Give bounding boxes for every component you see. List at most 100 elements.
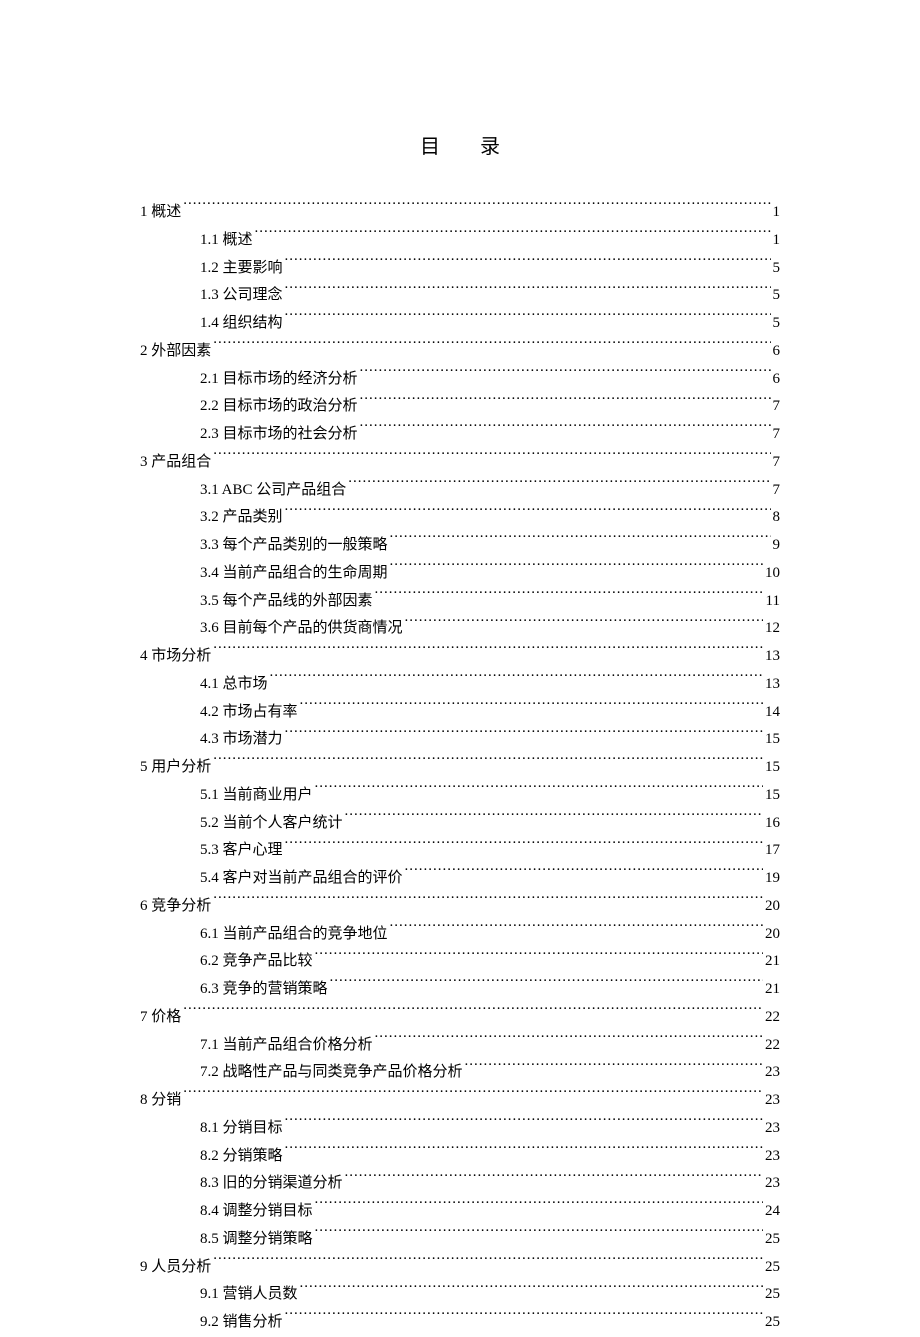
toc-page-number: 6 [773,338,781,366]
toc-page-number: 1 [773,199,781,227]
toc-entry: 2.2 目标市场的政治分析 7 [140,393,780,421]
toc-entry-label: 7.1 当前产品组合价格分析 [200,1032,373,1060]
toc-entry-label: 5.3 客户心理 [200,837,283,865]
toc-entry: 6 竞争分析 20 [140,893,780,921]
toc-entry-label: 9.1 营销人员数 [200,1281,298,1309]
toc-entry-label: 1.1 概述 [200,227,253,255]
toc-entry-label: 3.3 每个产品类别的一般策略 [200,532,388,560]
toc-entry-label: 6.2 竞争产品比较 [200,948,313,976]
toc-page-number: 8 [773,504,781,532]
toc-page-number: 22 [765,1004,780,1032]
toc-leader-dots [405,617,763,632]
toc-leader-dots [360,423,771,438]
toc-page-number: 23 [765,1115,780,1143]
toc-entry: 3.3 每个产品类别的一般策略9 [140,532,780,560]
toc-entry-label: 8.1 分销目标 [200,1115,283,1143]
toc-entry: 8.1 分销目标 23 [140,1115,780,1143]
toc-page-number: 22 [765,1032,780,1060]
toc-entry-label: 2.3 目标市场的社会分析 [200,421,358,449]
toc-entry: 1.3 公司理念5 [140,282,780,310]
toc-entry-label: 2 外部因素 [140,338,211,366]
toc-entry-label: 3.6 目前每个产品的供货商情况 [200,615,403,643]
toc-leader-dots [465,1061,763,1076]
toc-leader-dots [183,1089,763,1104]
toc-page-number: 15 [765,782,780,810]
toc-entry-label: 8.3 旧的分销渠道分析 [200,1170,343,1198]
toc-leader-dots [315,784,763,799]
toc-leader-dots [270,673,763,688]
toc-entry-label: 2.1 目标市场的经济分析 [200,366,358,394]
toc-page-number: 7 [773,393,781,421]
toc-entry: 6.2 竞争产品比较21 [140,948,780,976]
toc-leader-dots [360,368,771,383]
toc-entry-label: 6.3 竞争的营销策略 [200,976,328,1004]
toc-page-number: 5 [773,255,781,283]
toc-page-number: 16 [765,810,780,838]
toc-page-number: 24 [765,1198,780,1226]
toc-leader-dots [390,923,763,938]
toc-entry: 4.1 总市场13 [140,671,780,699]
toc-entry-label: 3.4 当前产品组合的生命周期 [200,560,388,588]
toc-entry: 3.4 当前产品组合的生命周期10 [140,560,780,588]
toc-entry-label: 4.2 市场占有率 [200,699,298,727]
toc-page-number: 6 [773,366,781,394]
page-title: 目录 [140,130,780,159]
toc-entry: 5.3 客户心理17 [140,837,780,865]
toc-entry-label: 1 概述 [140,199,181,227]
toc-entry-label: 5 用户分析 [140,754,211,782]
toc-leader-dots [285,728,763,743]
toc-entry: 9.1 营销人员数 25 [140,1281,780,1309]
toc-page-number: 20 [765,893,780,921]
toc-page-number: 12 [765,615,780,643]
toc-page-number: 23 [765,1170,780,1198]
toc-leader-dots [285,839,763,854]
toc-entry-label: 6 竞争分析 [140,893,211,921]
toc-entry: 5.1 当前商业用户15 [140,782,780,810]
toc-page-number: 5 [773,310,781,338]
toc-leader-dots [285,312,771,327]
toc-entry: 6.1 当前产品组合的竞争地位20 [140,921,780,949]
toc-leader-dots [348,479,770,494]
toc-entry: 2.1 目标市场的经济分析 6 [140,366,780,394]
toc-leader-dots [213,451,770,466]
toc-leader-dots [285,284,771,299]
toc-page-number: 7 [773,449,781,477]
toc-leader-dots [213,756,763,771]
toc-entry: 5 用户分析15 [140,754,780,782]
toc-entry-label: 2.2 目标市场的政治分析 [200,393,358,421]
table-of-contents: 1 概述11.1 概述11.2 主要影响51.3 公司理念51.4 组织结构52… [140,199,780,1337]
toc-page-number: 25 [765,1281,780,1309]
toc-entry: 5.2 当前个人客户统计16 [140,810,780,838]
toc-entry: 7 价格 22 [140,1004,780,1032]
toc-leader-dots [183,201,770,216]
toc-leader-dots [213,340,770,355]
toc-page-number: 20 [765,921,780,949]
toc-entry-label: 3 产品组合 [140,449,211,477]
toc-entry-label: 4.1 总市场 [200,671,268,699]
toc-entry-label: 7.2 战略性产品与同类竞争产品价格分析 [200,1059,463,1087]
toc-entry: 7.1 当前产品组合价格分析 22 [140,1032,780,1060]
toc-page-number: 25 [765,1309,780,1337]
toc-entry: 3.2 产品类别8 [140,504,780,532]
toc-entry: 7.2 战略性产品与同类竞争产品价格分析23 [140,1059,780,1087]
toc-entry: 1.4 组织结构5 [140,310,780,338]
toc-entry: 8.3 旧的分销渠道分析 23 [140,1170,780,1198]
toc-entry-label: 9 人员分析 [140,1254,211,1282]
toc-leader-dots [213,645,763,660]
toc-leader-dots [315,1200,763,1215]
toc-page-number: 25 [765,1226,780,1254]
toc-entry: 3.5 每个产品线的外部因素11 [140,588,780,616]
toc-entry: 2 外部因素 6 [140,338,780,366]
toc-entry-label: 8.4 调整分销目标 [200,1198,313,1226]
toc-entry: 3.1 ABC 公司产品组合 7 [140,477,780,505]
toc-page-number: 23 [765,1087,780,1115]
toc-entry: 4 市场分析13 [140,643,780,671]
toc-entry: 3.6 目前每个产品的供货商情况 12 [140,615,780,643]
toc-entry-label: 4.3 市场潜力 [200,726,283,754]
toc-leader-dots [390,562,763,577]
toc-entry-label: 7 价格 [140,1004,181,1032]
toc-entry-label: 4 市场分析 [140,643,211,671]
toc-leader-dots [285,1311,763,1326]
toc-entry-label: 9.2 销售分析 [200,1309,283,1337]
toc-leader-dots [375,590,764,605]
